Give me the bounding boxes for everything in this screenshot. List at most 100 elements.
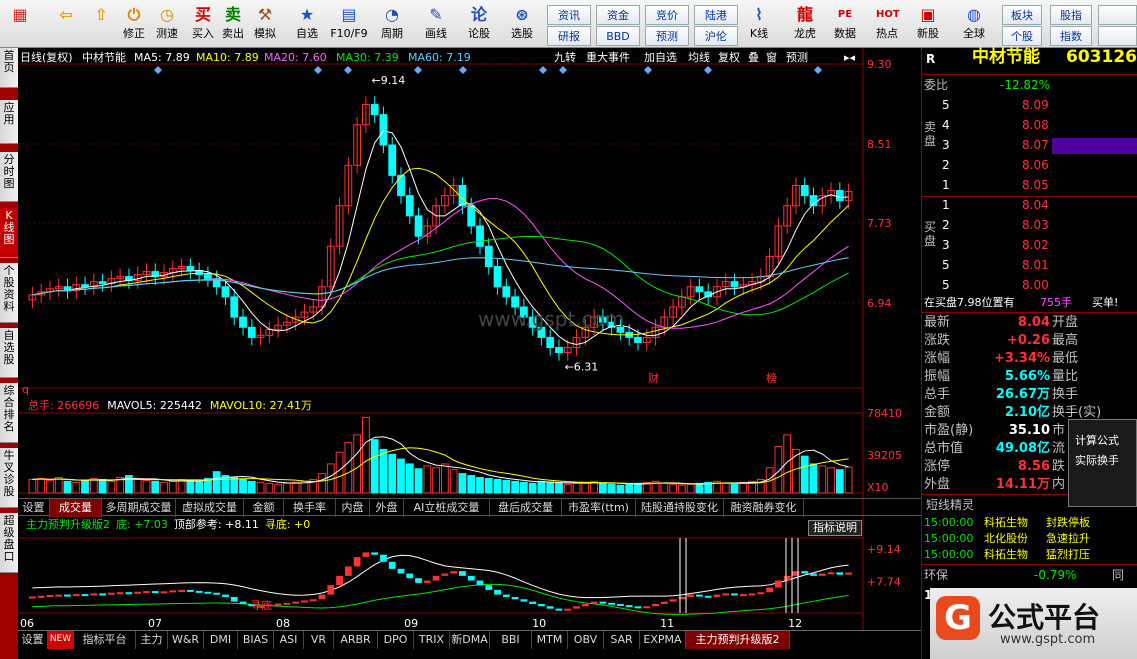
k-chart-button[interactable]: ⌇ K线 bbox=[742, 2, 776, 46]
bottom-tab-13[interactable]: BBI bbox=[490, 631, 532, 649]
simulate-button[interactable]: ⚒ 模拟 bbox=[250, 2, 280, 46]
bottom-tab-6[interactable]: BIAS bbox=[238, 631, 274, 649]
nav-kline[interactable]: K线图 bbox=[0, 208, 18, 258]
tab-4[interactable]: 金额 bbox=[244, 499, 284, 517]
chart-tool-2[interactable]: 加自选 bbox=[644, 52, 677, 64]
tab-0[interactable]: 设置 bbox=[18, 499, 50, 517]
global-icon: ◍ bbox=[967, 5, 981, 24]
nav-super[interactable]: 超级盘口 bbox=[0, 513, 18, 573]
tab-3[interactable]: 虚拟成交量 bbox=[176, 499, 244, 517]
chart-tool-5[interactable]: 叠 bbox=[748, 52, 759, 64]
bid-level-1: 2 bbox=[942, 218, 950, 232]
buy-button[interactable]: 买买入 bbox=[188, 2, 218, 46]
kline-chart-area[interactable]: 9.30 8.51 7.73 6.94 ←9.14 ←6.31 财 榜 www.gspt.com… bbox=[18, 48, 921, 638]
bbd-button[interactable]: BBD bbox=[596, 26, 640, 46]
seek-bottom-label: 寻底 bbox=[250, 598, 272, 612]
hot-button[interactable]: HOT 热点 bbox=[868, 2, 906, 46]
chart-tool-7[interactable]: 预测 bbox=[786, 52, 808, 64]
bottom-tab-8[interactable]: VR bbox=[304, 631, 334, 649]
revise-button[interactable]: ⏻ 修正 bbox=[118, 2, 150, 46]
bottom-tab-4[interactable]: W&R bbox=[168, 631, 204, 649]
tab-10[interactable]: 市盈率(ttm) bbox=[562, 499, 636, 517]
tab-8[interactable]: AI立桩成交量 bbox=[404, 499, 490, 517]
bottom-tab-1[interactable]: NEW bbox=[48, 631, 74, 649]
nav-self[interactable]: 自选股 bbox=[0, 328, 18, 378]
back-button[interactable]: ⇦ bbox=[48, 2, 84, 46]
indicator-bar-80 bbox=[731, 593, 738, 596]
chart-tool-3[interactable]: 均线 bbox=[688, 52, 710, 64]
bid-button[interactable]: 竞价 bbox=[645, 5, 689, 25]
discuss-button[interactable]: 论论股 bbox=[462, 2, 496, 46]
dragon-button[interactable]: 龍龙虎 bbox=[786, 2, 824, 46]
windows-button[interactable]: ▦ bbox=[2, 2, 38, 46]
info-button[interactable]: 资讯 bbox=[547, 5, 591, 25]
chart-tool-1[interactable]: 重大事件 bbox=[586, 52, 630, 64]
bottom-tab-16[interactable]: SAR bbox=[604, 631, 640, 649]
more-icon[interactable]: ▸◂ bbox=[844, 52, 855, 64]
indicator-bar-17 bbox=[178, 589, 185, 592]
finance-marker[interactable]: 财 bbox=[648, 371, 659, 385]
research-button[interactable]: 研报 bbox=[547, 26, 591, 46]
bottom-tab-14[interactable]: MTM bbox=[532, 631, 568, 649]
x-tick-4: 10 bbox=[532, 617, 546, 630]
sell-button[interactable]: 卖卖出 bbox=[218, 2, 248, 46]
funds-button[interactable]: 资金 bbox=[596, 5, 640, 25]
self-select-button[interactable]: ★ 自选 bbox=[290, 2, 324, 46]
tab-6[interactable]: 内盘 bbox=[336, 499, 370, 517]
tab-12[interactable]: 融资融券变化 bbox=[724, 499, 804, 517]
nav-home[interactable]: 首页 bbox=[0, 48, 18, 88]
select-stock-button[interactable]: ⊛ 选股 bbox=[502, 2, 542, 46]
draw-button[interactable]: ✎ 画线 bbox=[416, 2, 456, 46]
up-button[interactable]: ⇧ bbox=[90, 2, 110, 46]
bottom-tab-17[interactable]: EXPMA bbox=[640, 631, 686, 649]
nav-rank[interactable]: 综合排名 bbox=[0, 383, 18, 443]
rank-marker[interactable]: 榜 bbox=[766, 371, 777, 385]
nav-apps[interactable]: 应用 bbox=[0, 100, 18, 144]
bid-level-0: 1 bbox=[942, 198, 950, 212]
chart-tool-4[interactable]: 复权 bbox=[718, 52, 740, 64]
bottom-tab-7[interactable]: ASI bbox=[274, 631, 304, 649]
bottom-tab-0[interactable]: 设置 bbox=[18, 631, 48, 649]
windows-icon: ▦ bbox=[12, 5, 28, 24]
tab-1[interactable]: 成交量 bbox=[50, 499, 102, 517]
chart-tool-0[interactable]: 九转 bbox=[554, 52, 576, 64]
overflow-button[interactable] bbox=[1098, 5, 1137, 25]
tab-2[interactable]: 多周期成交量 bbox=[102, 499, 176, 517]
index-button[interactable]: 指数 bbox=[1050, 26, 1092, 46]
data-button[interactable]: PE 数据 bbox=[828, 2, 862, 46]
hk-button[interactable]: 股指 bbox=[1050, 5, 1092, 25]
bottom-tab-12[interactable]: 新DMA bbox=[450, 631, 490, 649]
nav-timeshare[interactable]: 分时图 bbox=[0, 152, 18, 202]
bottom-tab-5[interactable]: DMI bbox=[204, 631, 238, 649]
chart-canvas[interactable]: 9.30 8.51 7.73 6.94 ←9.14 ←6.31 财 榜 www.gspt.com… bbox=[18, 48, 921, 630]
tab-11[interactable]: 陆股通持股变化 bbox=[636, 499, 724, 517]
bottom-tab-2[interactable]: 指标平台 bbox=[74, 631, 136, 649]
chart-tool-6[interactable]: 窗 bbox=[766, 52, 777, 64]
period-button[interactable]: ◔ 周期 bbox=[374, 2, 410, 46]
bottom-tab-15[interactable]: OBV bbox=[568, 631, 604, 649]
tab-9[interactable]: 盘后成交量 bbox=[490, 499, 562, 517]
ask-level-1: 4 bbox=[942, 118, 950, 132]
forecast-button[interactable]: 预测 bbox=[645, 26, 689, 46]
global-button[interactable]: ◍ 全球 bbox=[954, 2, 994, 46]
tab-5[interactable]: 换手率 bbox=[284, 499, 336, 517]
bottom-tab-18[interactable]: 主力预判升级版2 bbox=[686, 631, 790, 649]
indicator-bar-37 bbox=[353, 557, 361, 567]
sector-button[interactable]: 板块 bbox=[1002, 5, 1042, 25]
bottom-tab-3[interactable]: 主力 bbox=[136, 631, 168, 649]
bottom-tab-9[interactable]: ARBR bbox=[334, 631, 378, 649]
lugang-button[interactable]: 陆港 bbox=[694, 5, 738, 25]
overflow-button-2[interactable] bbox=[1098, 26, 1137, 46]
test-button[interactable]: ◷ 测速 bbox=[152, 2, 182, 46]
tab-7[interactable]: 外盘 bbox=[370, 499, 404, 517]
nav-stock-info[interactable]: 个股资料 bbox=[0, 263, 18, 323]
low-label: ←6.31 bbox=[565, 361, 599, 374]
f10-button[interactable]: ▤ F10/F9 bbox=[328, 2, 370, 46]
single-stock-button[interactable]: 个股 bbox=[1002, 26, 1042, 46]
indicator-help-button[interactable]: 指标说明 bbox=[808, 520, 862, 536]
bottom-tab-10[interactable]: DPO bbox=[378, 631, 414, 649]
nav-niucha[interactable]: 牛叉诊股 bbox=[0, 448, 18, 508]
hugang-button[interactable]: 沪伦 bbox=[694, 26, 738, 46]
new-stock-button[interactable]: ▣ 新股 bbox=[910, 2, 946, 46]
bottom-tab-11[interactable]: TRIX bbox=[414, 631, 450, 649]
